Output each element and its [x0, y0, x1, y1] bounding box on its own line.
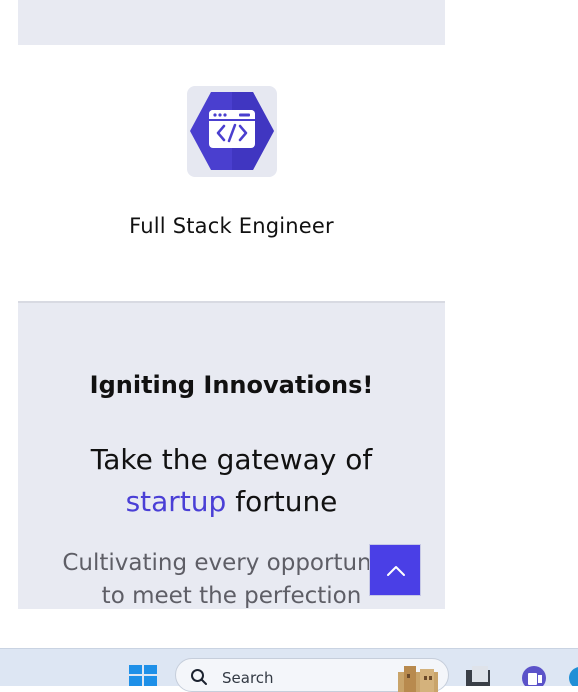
hero-subtext: Cultivating every opportunity to meet th…	[62, 550, 401, 609]
search-icon	[191, 669, 207, 685]
headline-main: Take the gateway of	[90, 443, 373, 476]
teams-icon[interactable]	[520, 666, 550, 686]
top-band	[18, 0, 445, 45]
taskbar-search-box[interactable]: Search	[175, 658, 449, 692]
code-window-icon	[190, 92, 274, 170]
file-explorer-icon[interactable]	[464, 666, 494, 686]
scroll-to-top-button[interactable]	[369, 544, 421, 596]
headline-accent: startup	[125, 485, 227, 518]
hero-headline: Take the gateway of startup fortune	[38, 439, 425, 523]
windows-start-icon[interactable]	[129, 665, 159, 686]
headline-end: fortune	[226, 485, 338, 518]
chevron-up-icon	[387, 566, 405, 576]
page-column: Full Stack Engineer Igniting Innovations…	[18, 0, 445, 609]
role-card[interactable]: Full Stack Engineer	[18, 45, 445, 303]
hero-kicker: Igniting Innovations!	[89, 371, 374, 399]
taskbar: Search	[0, 648, 578, 692]
card-title: Full Stack Engineer	[129, 214, 334, 238]
role-icon-box	[187, 86, 277, 177]
edge-icon[interactable]	[568, 666, 578, 686]
browser-content: Full Stack Engineer Igniting Innovations…	[0, 0, 578, 648]
search-placeholder: Search	[222, 669, 274, 687]
search-highlight-image	[398, 666, 438, 692]
